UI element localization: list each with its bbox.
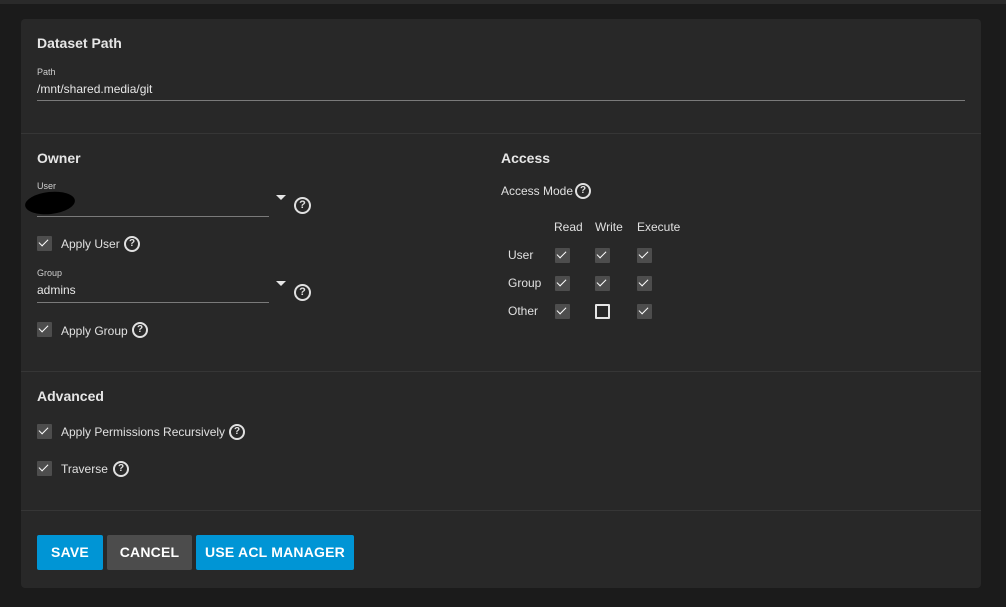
apply-user-label: Apply User [61, 237, 120, 251]
section-divider [21, 133, 981, 134]
user-label: User [37, 181, 57, 191]
cancel-button[interactable]: CANCEL [107, 535, 192, 570]
apply-group-help-icon[interactable]: ? [132, 322, 148, 338]
group-execute-checkbox[interactable] [637, 276, 652, 291]
traverse-help-icon[interactable]: ? [113, 461, 129, 477]
section-divider [21, 510, 981, 511]
user-execute-checkbox[interactable] [637, 248, 652, 263]
column-write: Write [595, 220, 623, 234]
access-mode-label: Access Mode [501, 184, 574, 198]
apply-recursively-help-icon[interactable]: ? [229, 424, 245, 440]
access-title: Access [501, 150, 551, 166]
apply-group-label: Apply Group [61, 324, 128, 338]
other-execute-checkbox[interactable] [637, 304, 652, 319]
apply-group-checkbox[interactable] [37, 322, 52, 337]
user-read-checkbox[interactable] [555, 248, 570, 263]
other-write-checkbox[interactable] [595, 304, 610, 319]
user-help-icon[interactable]: ? [294, 197, 311, 214]
traverse-label: Traverse [61, 462, 108, 476]
user-select-underline [37, 216, 269, 217]
top-bar [0, 0, 1006, 4]
group-select-underline [37, 302, 269, 303]
group-chevron-down-icon[interactable] [276, 281, 286, 286]
dataset-path-title: Dataset Path [37, 35, 122, 51]
apply-recursively-label: Apply Permissions Recursively [61, 425, 226, 439]
column-read: Read [554, 220, 583, 234]
user-write-checkbox[interactable] [595, 248, 610, 263]
row-other: Other [508, 304, 539, 318]
user-chevron-down-icon[interactable] [276, 195, 286, 200]
owner-title: Owner [37, 150, 81, 166]
path-field[interactable]: /mnt/shared.media/git [37, 82, 152, 96]
advanced-title: Advanced [37, 388, 104, 404]
group-write-checkbox[interactable] [595, 276, 610, 291]
use-acl-manager-button[interactable]: USE ACL MANAGER [196, 535, 354, 570]
save-button[interactable]: SAVE [37, 535, 103, 570]
permissions-form-card: Dataset Path Path /mnt/shared.media/git … [21, 19, 981, 588]
row-group: Group [508, 276, 542, 290]
redacted-user-value [23, 189, 77, 217]
path-field-underline [37, 100, 965, 101]
column-execute: Execute [637, 220, 681, 234]
apply-user-checkbox[interactable] [37, 236, 52, 251]
row-user: User [508, 248, 534, 262]
other-read-checkbox[interactable] [555, 304, 570, 319]
access-mode-help-icon[interactable]: ? [575, 183, 591, 199]
traverse-checkbox[interactable] [37, 461, 52, 476]
group-read-checkbox[interactable] [555, 276, 570, 291]
group-label: Group [37, 268, 63, 278]
group-select[interactable]: admins [37, 283, 76, 297]
group-help-icon[interactable]: ? [294, 284, 311, 301]
apply-user-help-icon[interactable]: ? [124, 236, 140, 252]
path-label: Path [37, 67, 56, 77]
apply-recursively-checkbox[interactable] [37, 424, 52, 439]
section-divider [21, 371, 981, 372]
